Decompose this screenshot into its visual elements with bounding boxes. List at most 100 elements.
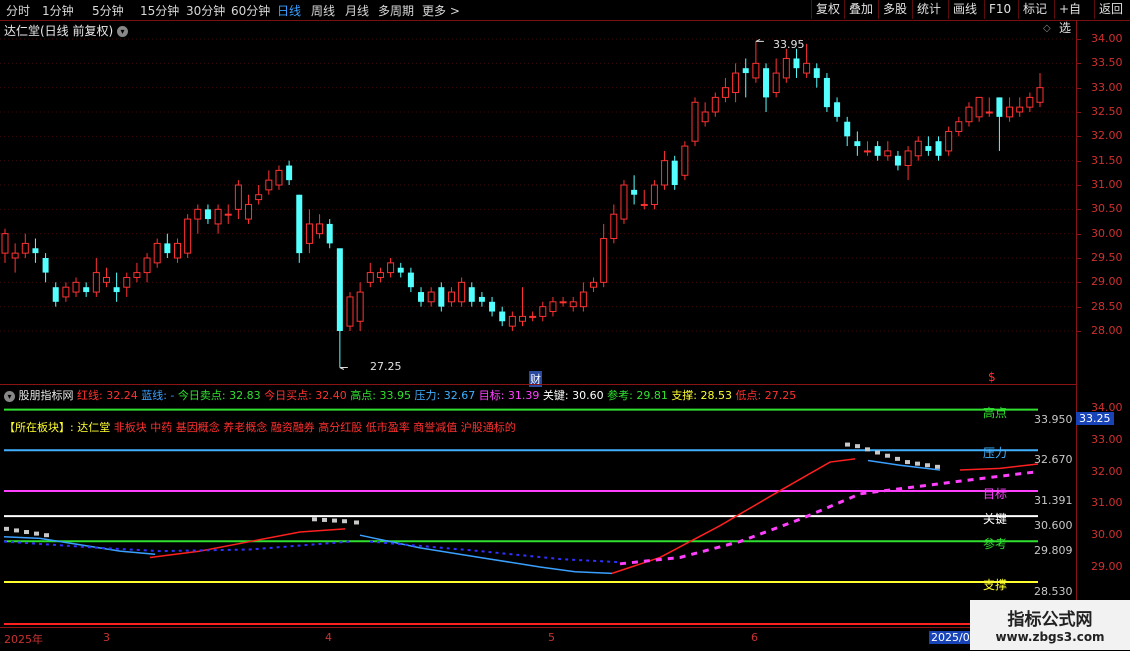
signal-marker bbox=[895, 456, 900, 461]
period-tab-30min[interactable]: 30分钟 bbox=[186, 2, 225, 19]
candle bbox=[174, 238, 181, 263]
indicator-panel[interactable]: ▾ 股朋指标网 红线: 32.24 蓝线: - 今日卖点: 32.83 今日买点… bbox=[0, 386, 1076, 627]
candle bbox=[834, 97, 841, 122]
high-marker bbox=[755, 38, 764, 42]
low-price-label: 27.25 bbox=[370, 360, 402, 373]
candle bbox=[1036, 73, 1044, 108]
legend-label: 目标: bbox=[478, 389, 505, 402]
period-tab-week[interactable]: 周线 bbox=[311, 2, 335, 19]
legend-item: 目标: 31.39 bbox=[479, 389, 543, 402]
candle bbox=[1006, 97, 1014, 122]
candle bbox=[296, 194, 303, 263]
candle bbox=[539, 301, 547, 322]
candle bbox=[194, 204, 202, 234]
axis-tick bbox=[1077, 306, 1081, 308]
axis-tick-label: 29.00 bbox=[1091, 275, 1123, 289]
red-line bbox=[959, 463, 1039, 471]
legend-label: 高点: bbox=[350, 389, 377, 402]
back-button[interactable]: 返回 bbox=[1094, 0, 1130, 19]
candle bbox=[772, 58, 780, 98]
candle bbox=[326, 219, 333, 249]
candle bbox=[874, 141, 881, 161]
dividend-marker[interactable]: $ bbox=[988, 370, 996, 384]
candle bbox=[447, 287, 455, 307]
sector-stock: 达仁堂 bbox=[77, 421, 111, 434]
date-label: 4 bbox=[325, 631, 332, 644]
legend-label: 关键: bbox=[542, 389, 569, 402]
legend-value: 27.25 bbox=[761, 389, 797, 402]
axis-tick-label: 31.00 bbox=[1091, 496, 1123, 510]
period-tab-1min[interactable]: 1分钟 bbox=[42, 2, 74, 19]
candle bbox=[83, 282, 90, 297]
axis-tick bbox=[1077, 331, 1081, 332]
candle bbox=[610, 204, 618, 244]
candle bbox=[985, 97, 993, 117]
axis-tick-label: 32.50 bbox=[1091, 105, 1123, 118]
period-tab-day[interactable]: 日线 bbox=[277, 2, 301, 19]
axis-tick bbox=[1077, 282, 1081, 284]
candle bbox=[763, 63, 770, 112]
statistics-button[interactable]: 统计 bbox=[912, 0, 948, 19]
axis-tick bbox=[1077, 258, 1081, 259]
candle bbox=[559, 296, 567, 307]
candlestick-panel[interactable]: 达仁堂(日线 前复权) ▾ ◇ ◁ 33.95 27.25 财 $ bbox=[0, 20, 1076, 387]
settings-circle-icon[interactable]: ▾ bbox=[4, 390, 15, 402]
candle bbox=[813, 63, 820, 88]
candle bbox=[356, 282, 364, 331]
legend-item: 压力: 32.67 bbox=[415, 389, 479, 402]
period-tab-month[interactable]: 月线 bbox=[345, 2, 369, 19]
legend-label: 今日买点: bbox=[264, 389, 312, 402]
indicator-name: 股朋指标网 bbox=[18, 389, 74, 402]
signal-marker bbox=[354, 520, 359, 525]
sector-row: 【所在板块】: 达仁堂 非板块 中药 基因概念 养老概念 融资融券 高分红股 低… bbox=[4, 419, 516, 435]
axis-tick-label: 32.00 bbox=[1091, 129, 1123, 143]
draw-line-button[interactable]: 画线 bbox=[948, 0, 984, 19]
period-tab-15min[interactable]: 15分钟 bbox=[140, 2, 179, 19]
candle bbox=[316, 214, 324, 239]
legend-item: 低点: 27.25 bbox=[736, 389, 797, 402]
signal-marker bbox=[332, 518, 337, 523]
legend-item: 关键: 30.60 bbox=[543, 389, 607, 402]
date-label: 6 bbox=[751, 631, 758, 644]
axis-tick bbox=[1077, 112, 1081, 113]
candle bbox=[711, 92, 719, 117]
multi-stock-button[interactable]: 多股 bbox=[878, 0, 912, 19]
add-watchlist-button[interactable]: +自选 bbox=[1054, 0, 1094, 35]
period-tab-more[interactable]: 更多 > bbox=[422, 2, 460, 19]
candle bbox=[204, 204, 211, 224]
candle bbox=[508, 311, 516, 331]
overlay-button[interactable]: 叠加 bbox=[844, 0, 878, 19]
axis-tick-label: 34.00 bbox=[1091, 32, 1123, 45]
restore-rights-button[interactable]: 复权 bbox=[811, 0, 844, 19]
level-value: 30.600 bbox=[1034, 519, 1073, 533]
legend-item: 高点: 33.95 bbox=[350, 389, 414, 402]
price-axis: 34.00 33.50 33.00 32.50 32.00 31.50 31.00 30.50… bbox=[1076, 20, 1130, 627]
candle bbox=[123, 272, 131, 297]
candle bbox=[397, 262, 404, 278]
period-tab-5min[interactable]: 5分钟 bbox=[92, 2, 124, 19]
indicator-legend: ▾ 股朋指标网 红线: 32.24 蓝线: - 今日卖点: 32.83 今日买点… bbox=[4, 387, 796, 403]
candle bbox=[286, 160, 293, 185]
candle bbox=[752, 41, 760, 83]
candle bbox=[529, 311, 537, 322]
period-tab-fenshi[interactable]: 分时 bbox=[6, 2, 30, 19]
candle bbox=[935, 136, 942, 161]
candle bbox=[133, 262, 141, 283]
level-label: 高点 bbox=[983, 405, 1008, 420]
candle bbox=[346, 292, 354, 331]
legend-item: 今日卖点: 32.83 bbox=[178, 389, 264, 402]
level-label: 支撑 bbox=[983, 577, 1008, 592]
axis-tick-label: 33.00 bbox=[1091, 80, 1123, 94]
period-tab-multi[interactable]: 多周期 bbox=[378, 2, 414, 19]
legend-value: 28.53 bbox=[697, 389, 736, 402]
high-price-label: 33.95 bbox=[773, 38, 805, 51]
candle bbox=[1016, 97, 1024, 117]
candle bbox=[184, 214, 192, 258]
more-label: 更多 bbox=[422, 4, 447, 18]
candle bbox=[803, 43, 811, 78]
period-tab-60min[interactable]: 60分钟 bbox=[231, 2, 270, 19]
candle bbox=[62, 282, 70, 302]
mark-button[interactable]: 标记 bbox=[1018, 0, 1054, 19]
f10-button[interactable]: F10 bbox=[984, 0, 1018, 19]
date-axis: 2025年 3 4 5 6 2025/07 bbox=[0, 627, 1076, 651]
